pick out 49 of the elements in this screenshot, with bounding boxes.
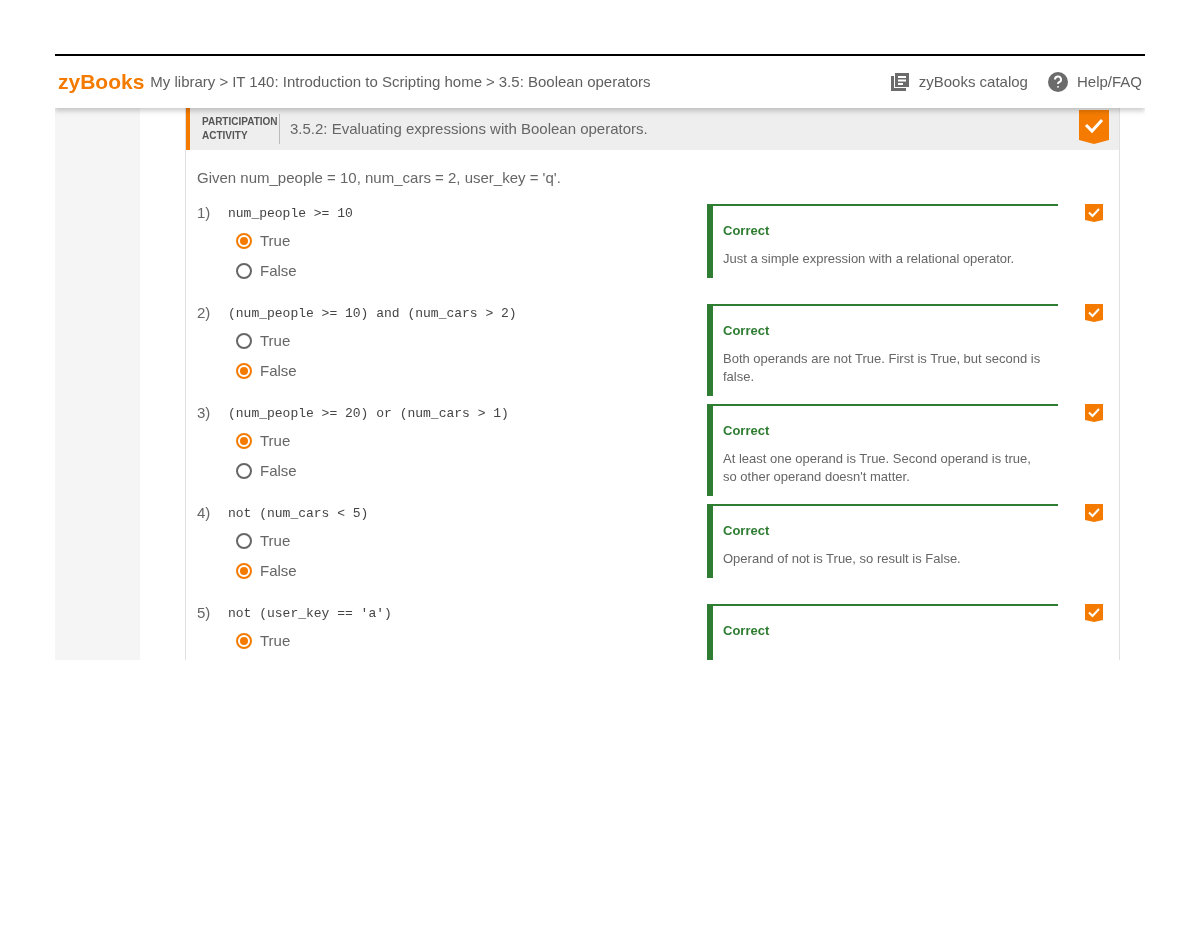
code-expression: num_people >= 10 — [228, 204, 353, 223]
feedback-text: At least one operand is True. Second operand is true, so other operand doesn't matter. — [723, 450, 1032, 486]
question-number: 4) — [197, 503, 212, 524]
breadcrumb-link[interactable]: IT 140: Introduction to Scripting home — [232, 70, 482, 94]
radio-button[interactable] — [236, 633, 252, 649]
code-expression: (num_people >= 20) or (num_cars > 1) — [228, 404, 509, 423]
option-label[interactable]: True — [260, 629, 291, 653]
prompt-text: Given num_people = 10, num_cars = 2, user_key = 'q'. — [197, 168, 562, 188]
option-label[interactable]: True — [260, 329, 291, 353]
feedback-text: Both operands are not True. First is True, but second is false. — [723, 350, 1042, 386]
option-label[interactable]: False — [260, 259, 297, 283]
book-list-icon — [889, 72, 910, 92]
activity-type: PARTICIPATION ACTIVITY — [190, 114, 280, 144]
option-label[interactable]: True — [260, 529, 291, 553]
question-number: 3) — [197, 403, 212, 424]
breadcrumb-link[interactable]: 3.5: Boolean operators — [498, 70, 651, 94]
question-number: 5) — [197, 603, 212, 624]
radio-button[interactable] — [236, 233, 252, 249]
question-number: 1) — [197, 203, 212, 224]
radio-button[interactable] — [236, 333, 252, 349]
code-expression: not (user_key == 'a') — [228, 604, 392, 623]
breadcrumb-separator: > — [486, 71, 495, 92]
option-label[interactable]: False — [260, 359, 297, 383]
radio-button[interactable] — [236, 533, 252, 549]
feedback-title: Correct — [723, 521, 771, 540]
radio-button[interactable] — [236, 463, 252, 479]
feedback-title: Correct — [723, 321, 771, 340]
radio-button[interactable] — [236, 563, 252, 579]
radio-button[interactable] — [236, 363, 252, 379]
help-icon — [1047, 72, 1068, 92]
option-label[interactable]: True — [260, 229, 291, 253]
radio-button[interactable] — [236, 433, 252, 449]
feedback-text: Just a simple expression with a relational operator. — [723, 250, 1016, 268]
feedback-text: Operand of not is True, so result is False. — [723, 550, 962, 568]
feedback-title: Correct — [723, 221, 771, 240]
code-expression: not (num_cars < 5) — [228, 504, 369, 523]
feedback-title: Correct — [723, 421, 771, 440]
breadcrumb-separator: > — [219, 71, 229, 92]
radio-button[interactable] — [236, 263, 252, 279]
nav-link[interactable]: Help/FAQ — [1076, 70, 1142, 94]
option-label[interactable]: False — [260, 459, 297, 483]
feedback-title: Correct — [723, 621, 771, 640]
code-expression: (num_people >= 10) and (num_cars > 2) — [228, 304, 517, 323]
activity-title: 3.5.2: Evaluating expressions with Boolean operators. — [290, 118, 648, 139]
nav-link[interactable]: zyBooks catalog — [918, 70, 1028, 94]
question-number: 2) — [197, 303, 212, 324]
option-label[interactable]: True — [260, 429, 291, 453]
breadcrumb-link[interactable]: My library — [150, 70, 216, 94]
option-label[interactable]: False — [260, 559, 297, 583]
